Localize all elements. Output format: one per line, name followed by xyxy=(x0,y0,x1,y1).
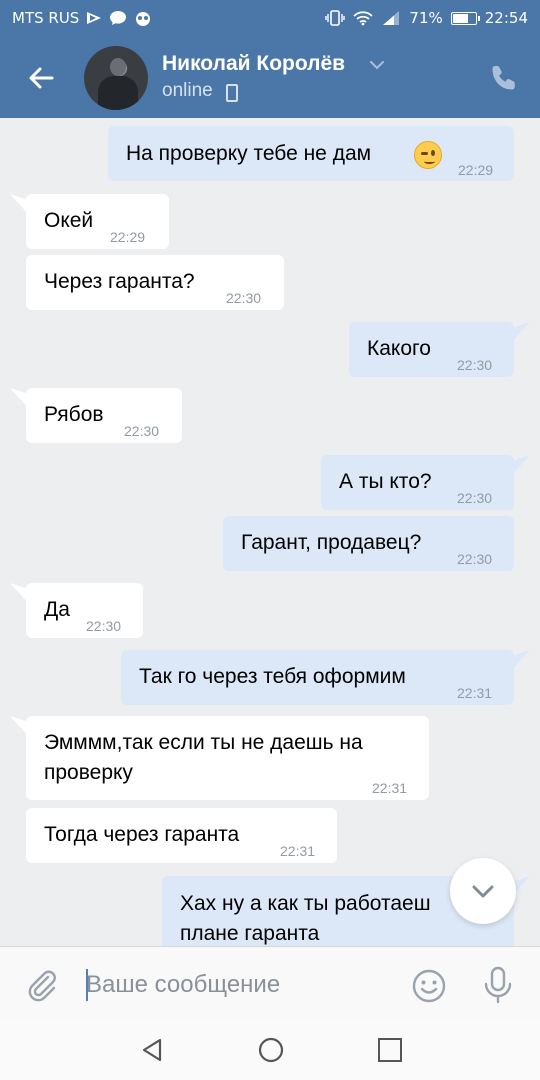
paperclip-icon xyxy=(28,970,56,1002)
message-time: 22:31 xyxy=(457,685,493,701)
battery-icon xyxy=(450,11,480,25)
play-icon xyxy=(87,12,102,24)
online-status: online xyxy=(162,80,213,101)
back-arrow-icon xyxy=(29,67,54,89)
chat-header: Николай Королёв online xyxy=(0,38,540,118)
battery-percent: 71% xyxy=(409,9,443,27)
message-time: 22:30 xyxy=(226,290,262,306)
incoming-message[interactable]: Рябов 22:30 xyxy=(26,388,182,443)
message-text-line: проверку xyxy=(44,761,133,784)
incoming-message[interactable]: Эмммм,так если ты не даешь на проверку 2… xyxy=(26,716,429,800)
incoming-message[interactable]: Окей 22:29 xyxy=(26,194,169,249)
outgoing-message[interactable]: Гарант, продавец? 22:30 xyxy=(223,516,514,571)
voice-message-button[interactable] xyxy=(480,965,516,1005)
nav-back-icon[interactable] xyxy=(138,1036,166,1064)
chat-bubble-icon xyxy=(110,11,127,25)
back-button[interactable] xyxy=(22,58,62,98)
mobile-device-icon xyxy=(226,84,238,102)
attach-button[interactable] xyxy=(24,967,60,1003)
clock: 22:54 xyxy=(484,9,528,27)
message-time: 22:30 xyxy=(457,490,493,506)
message-time: 22:30 xyxy=(86,618,122,634)
contact-name[interactable]: Николай Королёв xyxy=(162,52,345,76)
message-text: А ты кто? xyxy=(339,470,432,493)
message-text: Тогда через гаранта xyxy=(44,823,240,846)
message-text: Гарант, продавец? xyxy=(241,531,422,554)
message-time: 22:30 xyxy=(457,357,493,373)
message-text-line: Эмммм,так если ты не даешь на xyxy=(44,731,363,754)
message-text: Так го через тебя оформим xyxy=(139,665,406,688)
message-time: 22:31 xyxy=(372,780,408,796)
message-time: 22:31 xyxy=(280,843,316,859)
carrier-label: MTS RUS xyxy=(12,9,80,27)
message-text: Окей xyxy=(44,209,94,232)
call-button[interactable] xyxy=(488,62,520,94)
raccoon-icon xyxy=(136,12,151,26)
vibrate-icon xyxy=(325,10,346,26)
message-time: 22:29 xyxy=(458,162,494,178)
system-navigation-bar xyxy=(0,1020,540,1080)
message-input[interactable] xyxy=(86,965,406,1005)
incoming-message[interactable]: Тогда через гаранта 22:31 xyxy=(26,808,337,863)
wifi-icon xyxy=(353,11,374,26)
message-text: На проверку тебе не дам xyxy=(126,142,372,165)
incoming-message[interactable]: Да 22:30 xyxy=(26,583,143,638)
message-text: Через гаранта? xyxy=(44,270,195,293)
message-text: Рябов xyxy=(44,403,104,426)
winking-face-emoji xyxy=(414,141,442,169)
incoming-message[interactable]: Через гаранта? 22:30 xyxy=(26,255,284,310)
message-text: Какого xyxy=(367,337,431,360)
nav-recent-icon[interactable] xyxy=(378,1038,402,1062)
signal-icon xyxy=(383,11,400,25)
outgoing-message[interactable]: Так го через тебя оформим 22:31 xyxy=(121,650,514,705)
message-time: 22:29 xyxy=(110,229,146,245)
avatar[interactable] xyxy=(84,46,148,110)
message-composer xyxy=(0,946,540,1020)
message-time: 22:32 xyxy=(456,938,491,946)
nav-home-icon[interactable] xyxy=(257,1036,285,1064)
message-text: Да xyxy=(44,598,70,621)
message-time: 22:30 xyxy=(124,423,160,439)
outgoing-message[interactable]: А ты кто? 22:30 xyxy=(321,455,514,510)
smiley-icon xyxy=(412,969,446,1003)
message-text-line: плане гаранта xyxy=(180,922,320,945)
message-time: 22:30 xyxy=(457,551,493,567)
microphone-icon xyxy=(484,966,512,1004)
emoji-button[interactable] xyxy=(410,967,448,1005)
status-bar: MTS RUS 71% 22:54 xyxy=(0,0,540,38)
phone-icon xyxy=(492,66,515,90)
outgoing-message[interactable]: На проверку тебе не дам 22:29 xyxy=(108,126,514,181)
scroll-down-icon xyxy=(472,885,494,898)
scroll-to-bottom-button[interactable] xyxy=(450,858,516,924)
message-list[interactable]: На проверку тебе не дам 22:29 Окей 22:29… xyxy=(0,118,540,946)
chevron-down-icon[interactable] xyxy=(368,56,386,74)
outgoing-message[interactable]: Какого 22:30 xyxy=(349,322,514,377)
message-text-line: Хах ну а как ты работаеш xyxy=(180,892,431,915)
